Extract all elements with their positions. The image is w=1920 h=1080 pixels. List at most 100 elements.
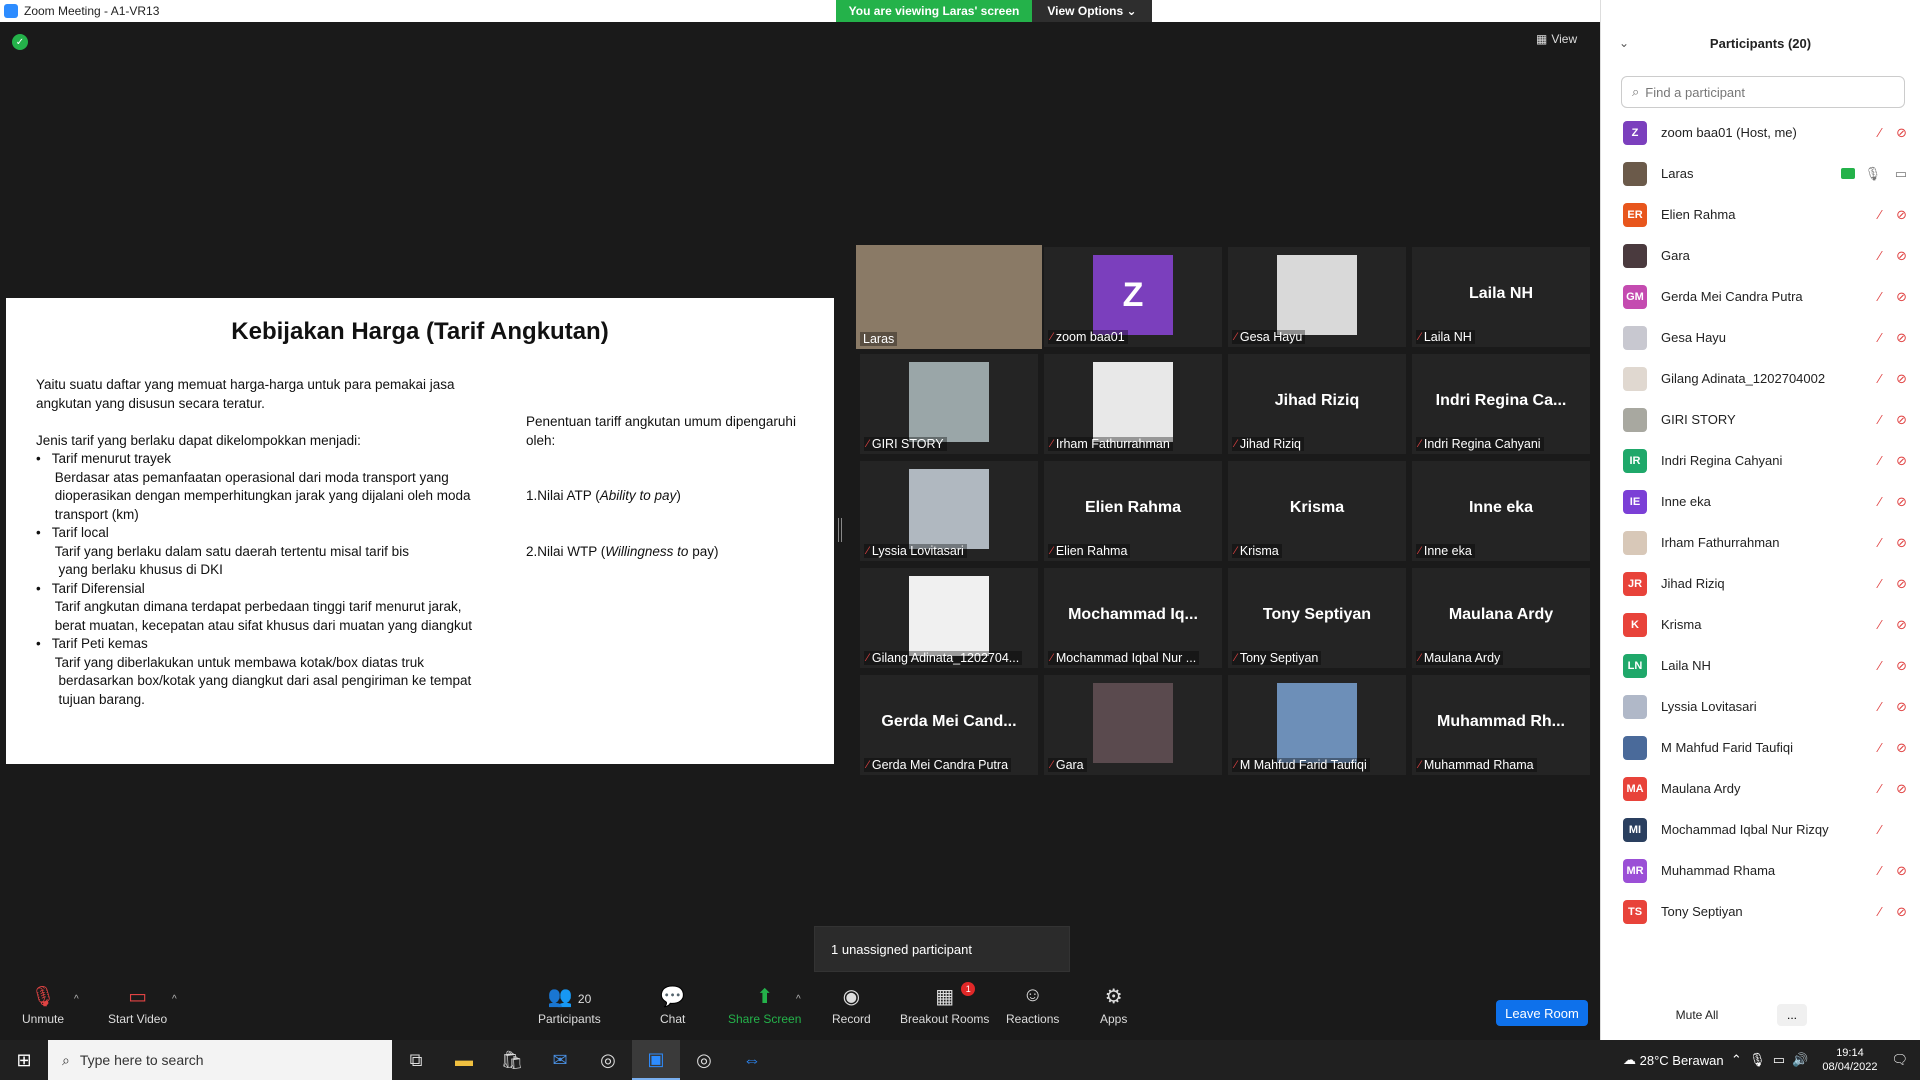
breakout-rooms-button[interactable]: ▦ 1 Breakout Rooms	[900, 982, 989, 1026]
audio-options-caret-icon[interactable]: ^	[74, 994, 79, 1005]
video-tile[interactable]: Tony Septiyan ⁄ Tony Septiyan	[1228, 568, 1406, 668]
video-off-icon[interactable]: ⊘	[1896, 494, 1907, 510]
participants-button[interactable]: 👥 20 Participants	[538, 984, 601, 1026]
video-tile[interactable]: ⁄ GIRI STORY	[860, 354, 1038, 454]
mic-on-icon[interactable]: 🎙	[1864, 166, 1881, 182]
video-off-icon[interactable]: ⊘	[1896, 125, 1907, 141]
weather-text[interactable]: 28°C Berawan	[1640, 1053, 1724, 1068]
video-off-icon[interactable]: ⊘	[1896, 658, 1907, 674]
clock[interactable]: 19:14 08/04/2022	[1822, 1046, 1877, 1074]
unassigned-participant-toast[interactable]: 1 unassigned participant	[814, 926, 1070, 972]
mic-muted-icon[interactable]: ⁄	[1879, 494, 1881, 509]
splitter-handle[interactable]	[838, 518, 842, 542]
video-tile[interactable]: Laila NH ⁄ Laila NH	[1412, 247, 1590, 347]
video-off-icon[interactable]: ⊘	[1896, 289, 1907, 305]
apps-button[interactable]: ⚙ Apps	[1100, 984, 1127, 1026]
video-options-caret-icon[interactable]: ^	[172, 994, 177, 1005]
video-tile[interactable]: Indri Regina Ca... ⁄ Indri Regina Cahyani	[1412, 354, 1590, 454]
participant-row[interactable]: JR Jihad Riziq ⁄ ⊘	[1601, 563, 1920, 604]
mic-muted-icon[interactable]: ⁄	[1879, 740, 1881, 755]
unmute-button[interactable]: 🎙 Unmute	[22, 984, 64, 1026]
mic-muted-icon[interactable]: ⁄	[1879, 781, 1881, 796]
video-off-icon[interactable]: ⊘	[1896, 699, 1907, 715]
mic-muted-icon[interactable]: ⁄	[1879, 904, 1881, 919]
windows-start-icon[interactable]: ⊞	[0, 1040, 48, 1080]
video-off-icon[interactable]: ⊘	[1896, 330, 1907, 346]
participant-row[interactable]: MR Muhammad Rhama ⁄ ⊘	[1601, 850, 1920, 891]
mic-muted-icon[interactable]: ⁄	[1879, 658, 1881, 673]
participant-row[interactable]: Laras 🎙 ▭	[1601, 153, 1920, 194]
participant-row[interactable]: M Mahfud Farid Taufiqi ⁄ ⊘	[1601, 727, 1920, 768]
teamviewer-icon[interactable]: ⇔	[728, 1040, 776, 1080]
mic-muted-icon[interactable]: ⁄	[1879, 125, 1881, 140]
video-tile[interactable]: ⁄ Lyssia Lovitasari	[860, 461, 1038, 561]
leave-room-button[interactable]: Leave Room	[1496, 1000, 1588, 1026]
view-options-button[interactable]: View Options ⌄	[1032, 0, 1152, 22]
more-options-button[interactable]: ...	[1777, 1004, 1807, 1026]
microphone-tray-icon[interactable]: 🎙	[1749, 1052, 1766, 1068]
video-tile[interactable]: Elien Rahma ⁄ Elien Rahma	[1044, 461, 1222, 561]
video-tile[interactable]: Maulana Ardy ⁄ Maulana Ardy	[1412, 568, 1590, 668]
notifications-icon[interactable]: 🗨	[1891, 1052, 1908, 1068]
record-button[interactable]: ◉ Record	[832, 984, 871, 1026]
mic-muted-icon[interactable]: ⁄	[1879, 248, 1881, 263]
participant-row[interactable]: Gilang Adinata_1202704002 ⁄ ⊘	[1601, 358, 1920, 399]
show-hidden-icons-icon[interactable]: ⌃	[1731, 1052, 1742, 1068]
participant-row[interactable]: TS Tony Septiyan ⁄ ⊘	[1601, 891, 1920, 932]
video-tile[interactable]: Muhammad Rh... ⁄ Muhammad Rhama	[1412, 675, 1590, 775]
video-tile[interactable]: ⁄ Gara	[1044, 675, 1222, 775]
mic-muted-icon[interactable]: ⁄	[1879, 412, 1881, 427]
video-tile[interactable]: Inne eka ⁄ Inne eka	[1412, 461, 1590, 561]
mic-muted-icon[interactable]: ⁄	[1879, 535, 1881, 550]
video-off-icon[interactable]: ⊘	[1896, 781, 1907, 797]
volume-icon[interactable]: 🔊	[1792, 1052, 1808, 1068]
network-icon[interactable]: ▭	[1773, 1052, 1785, 1068]
participant-row[interactable]: IE Inne eka ⁄ ⊘	[1601, 481, 1920, 522]
video-off-icon[interactable]: ⊘	[1896, 453, 1907, 469]
store-icon[interactable]: 🛍	[488, 1040, 536, 1080]
participant-row[interactable]: Lyssia Lovitasari ⁄ ⊘	[1601, 686, 1920, 727]
video-tile[interactable]: Krisma ⁄ Krisma	[1228, 461, 1406, 561]
view-layout-button[interactable]: ▦ View	[1536, 32, 1577, 46]
mic-muted-icon[interactable]: ⁄	[1879, 822, 1881, 837]
video-off-icon[interactable]: ⊘	[1896, 412, 1907, 428]
video-tile[interactable]: ⁄ Gilang Adinata_1202704...	[860, 568, 1038, 668]
video-off-icon[interactable]: ⊘	[1896, 740, 1907, 756]
participant-row[interactable]: MI Mochammad Iqbal Nur Rizqy ⁄	[1601, 809, 1920, 850]
video-tile[interactable]: ⁄ Gesa Hayu	[1228, 247, 1406, 347]
reactions-button[interactable]: ☺ Reactions	[1006, 984, 1059, 1026]
video-off-icon[interactable]: ⊘	[1896, 617, 1907, 633]
file-explorer-icon[interactable]: ▬	[440, 1040, 488, 1080]
participant-row[interactable]: MA Maulana Ardy ⁄ ⊘	[1601, 768, 1920, 809]
security-shield-icon[interactable]: ✓	[12, 34, 28, 50]
video-off-icon[interactable]: ⊘	[1896, 207, 1907, 223]
mic-muted-icon[interactable]: ⁄	[1879, 371, 1881, 386]
participant-row[interactable]: IR Indri Regina Cahyani ⁄ ⊘	[1601, 440, 1920, 481]
participant-row[interactable]: Irham Fathurrahman ⁄ ⊘	[1601, 522, 1920, 563]
participant-row[interactable]: GIRI STORY ⁄ ⊘	[1601, 399, 1920, 440]
mic-muted-icon[interactable]: ⁄	[1879, 863, 1881, 878]
chrome-profile-icon[interactable]: ◎	[680, 1040, 728, 1080]
chrome-icon[interactable]: ◎	[584, 1040, 632, 1080]
mic-muted-icon[interactable]: ⁄	[1879, 576, 1881, 591]
weather-icon[interactable]: ☁	[1623, 1052, 1636, 1068]
mic-muted-icon[interactable]: ⁄	[1879, 699, 1881, 714]
participant-row[interactable]: ER Elien Rahma ⁄ ⊘	[1601, 194, 1920, 235]
video-tile[interactable]: Laras	[856, 245, 1042, 349]
task-view-icon[interactable]: ⧉	[392, 1040, 440, 1080]
participant-search-input[interactable]: ⌕ Find a participant	[1621, 76, 1905, 108]
video-tile[interactable]: Z ⁄ zoom baa01	[1044, 247, 1222, 347]
video-tile[interactable]: ⁄ M Mahfud Farid Taufiqi	[1228, 675, 1406, 775]
mute-all-button[interactable]: Mute All	[1667, 1004, 1727, 1026]
video-off-icon[interactable]: ⊘	[1896, 248, 1907, 264]
mic-muted-icon[interactable]: ⁄	[1879, 207, 1881, 222]
video-off-icon[interactable]: ⊘	[1896, 863, 1907, 879]
mic-muted-icon[interactable]: ⁄	[1879, 330, 1881, 345]
video-on-icon[interactable]: ▭	[1895, 166, 1907, 182]
zoom-taskbar-icon[interactable]: ▣	[632, 1040, 680, 1080]
participant-row[interactable]: GM Gerda Mei Candra Putra ⁄ ⊘	[1601, 276, 1920, 317]
video-tile[interactable]: Gerda Mei Cand... ⁄ Gerda Mei Candra Putra	[860, 675, 1038, 775]
video-tile[interactable]: Mochammad Iq... ⁄ Mochammad Iqbal Nur ...	[1044, 568, 1222, 668]
share-screen-button[interactable]: ⬆ Share Screen	[728, 984, 801, 1026]
participant-row[interactable]: K Krisma ⁄ ⊘	[1601, 604, 1920, 645]
